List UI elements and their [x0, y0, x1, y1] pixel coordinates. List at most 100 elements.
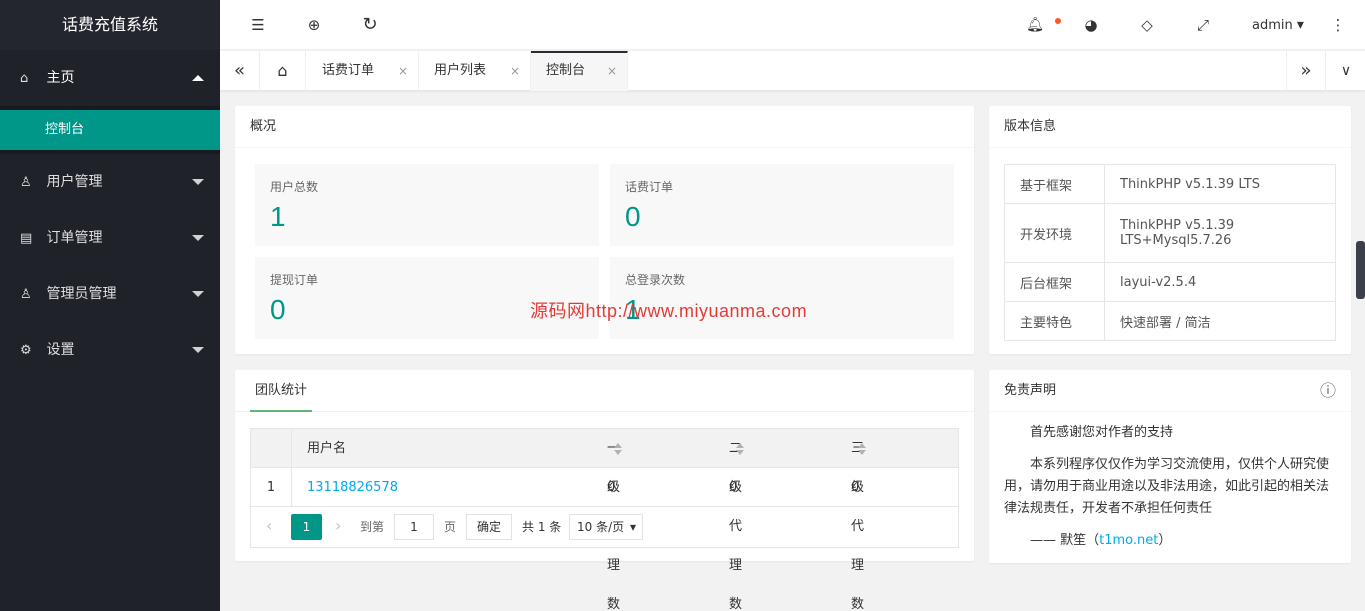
- sidebar-item-admins[interactable]: ♙ 管理员管理: [0, 266, 220, 322]
- team-card-header: 团队统计: [235, 370, 974, 412]
- stat-value: 1: [270, 201, 286, 232]
- version-value: layui-v2.5.4: [1104, 262, 1336, 302]
- bell-icon[interactable]: 🔔︎: [1020, 0, 1050, 50]
- tab-team-stats[interactable]: 团队统计: [250, 370, 313, 412]
- theme-icon[interactable]: ◕: [1076, 0, 1106, 50]
- sidebar-item-settings[interactable]: ⚙ 设置: [0, 322, 220, 378]
- caret-up-icon: [192, 75, 204, 81]
- sidebar-item-users[interactable]: ♙ 用户管理: [0, 154, 220, 210]
- pager-prev-icon[interactable]: ‹: [266, 516, 272, 535]
- column-header-username[interactable]: 用户名: [307, 429, 346, 468]
- username: admin: [1252, 18, 1293, 33]
- globe-icon[interactable]: ⊕: [299, 0, 329, 50]
- version-value: 快速部署 / 简洁: [1104, 301, 1336, 341]
- pager-per-page-select[interactable]: 10 条/页 ▾: [569, 514, 643, 540]
- caret-down-icon: [192, 179, 204, 185]
- author-link[interactable]: t1mo.net: [1099, 533, 1158, 548]
- stat-value: 0: [625, 201, 641, 232]
- tabs-prev-icon[interactable]: «: [220, 51, 260, 91]
- tabs-next-icon[interactable]: »: [1286, 51, 1326, 91]
- signature-prefix: —— 默笙（: [1030, 533, 1100, 548]
- sort-icon[interactable]: [736, 442, 744, 455]
- caret-down-icon: [192, 235, 204, 241]
- pager-confirm-button[interactable]: 确定: [466, 514, 512, 540]
- sidebar-item-label: 订单管理: [46, 230, 103, 246]
- sidebar-item-home[interactable]: ⌂ 主页: [0, 50, 220, 106]
- pager-goto-label: 到第: [360, 520, 385, 534]
- notification-dot: [1055, 18, 1061, 24]
- info-icon[interactable]: ⓘ: [1320, 370, 1336, 412]
- menu-toggle-icon[interactable]: ☰: [243, 0, 273, 50]
- stat-label: 话费订单: [625, 180, 674, 194]
- pager-total: 共 1 条: [522, 520, 562, 534]
- table-row: 后台框架 layui-v2.5.4: [1004, 262, 1336, 302]
- caret-down-icon: [192, 347, 204, 353]
- close-icon[interactable]: ×: [607, 53, 617, 89]
- column-header-level2[interactable]: 二级代理数: [729, 429, 744, 611]
- team-card: 团队统计 用户名 一级代理数 二级代理数 三级代理数 1 13118826578…: [235, 370, 974, 611]
- pager-next-icon[interactable]: ›: [335, 516, 341, 535]
- username-link[interactable]: 13118826578: [307, 468, 398, 507]
- stat-card-users: 用户总数 1: [255, 164, 599, 246]
- column-header-level3[interactable]: 三级代理数: [851, 429, 866, 611]
- caret-down-icon: [192, 291, 204, 297]
- row-index: 1: [251, 468, 292, 506]
- index-header-cell: [251, 429, 292, 467]
- per-page-value: 10 条/页: [577, 520, 625, 534]
- tab-label: 话费订单: [322, 63, 375, 78]
- disclaimer-paragraph: 本系列程序仅仅作为学习交流使用，仅供个人研究使用，请勿用于商业用途以及非法用途，…: [1004, 457, 1330, 516]
- pager-page-label: 页: [444, 520, 457, 534]
- gear-icon: ⚙: [20, 343, 32, 358]
- signature-suffix: ）: [1158, 533, 1172, 548]
- refresh-icon[interactable]: ↻: [355, 0, 385, 50]
- sort-icon[interactable]: [614, 442, 622, 455]
- tag-icon[interactable]: ◇: [1132, 0, 1162, 50]
- pager-current-page[interactable]: 1: [291, 514, 322, 540]
- close-icon[interactable]: ×: [398, 51, 408, 91]
- table-header-row: 用户名 一级代理数 二级代理数 三级代理数: [251, 429, 958, 611]
- disclaimer-body: 首先感谢您对作者的支持 本系列程序仅仅作为学习交流使用，仅供个人研究使用，请勿用…: [989, 412, 1351, 552]
- tab-phone-orders[interactable]: 话费订单 ×: [307, 51, 419, 91]
- overview-title: 概况: [235, 106, 974, 148]
- sidebar-item-console[interactable]: 控制台: [0, 110, 220, 150]
- list-icon: ▤: [20, 231, 33, 246]
- version-key: 基于框架: [1004, 164, 1105, 204]
- pager-goto-input[interactable]: 1: [394, 514, 434, 540]
- disclaimer-title: 免责声明: [1004, 383, 1057, 398]
- column-header-level1[interactable]: 一级代理数: [607, 429, 622, 611]
- sidebar-item-orders[interactable]: ▤ 订单管理: [0, 210, 220, 266]
- top-header: ☰ ⊕ ↻ 🔔︎ ◕ ◇ ⤢ admin ▾ ⋮: [220, 0, 1365, 50]
- fullscreen-icon[interactable]: ⤢: [1188, 0, 1218, 50]
- pagination: ‹ 1 › 到第 1 页 确定 共 1 条 10 条/页 ▾: [251, 507, 958, 547]
- chevron-down-icon: ▾: [629, 520, 636, 534]
- sort-icon[interactable]: [858, 442, 866, 455]
- version-title: 版本信息: [989, 106, 1351, 148]
- scrollbar-thumb[interactable]: [1356, 241, 1365, 299]
- user-icon: ♙: [20, 175, 32, 190]
- team-table: 用户名 一级代理数 二级代理数 三级代理数 1 13118826578 0 0 …: [250, 428, 959, 611]
- stat-label: 提现订单: [270, 273, 319, 287]
- sidebar: 话费充值系统 ⌂ 主页 控制台 ♙ 用户管理 ▤ 订单管理 ♙ 管理员管理 ⚙ …: [0, 0, 220, 611]
- sidebar-item-label: 管理员管理: [46, 286, 117, 302]
- sidebar-item-label: 主页: [46, 70, 75, 86]
- tab-console[interactable]: 控制台 ×: [531, 51, 628, 91]
- version-card: 版本信息 基于框架 ThinkPHP v5.1.39 LTS 开发环境 Thin…: [989, 106, 1351, 354]
- level1-count: 0: [607, 480, 616, 495]
- sidebar-item-label: 设置: [46, 342, 75, 358]
- close-icon[interactable]: ×: [510, 51, 520, 91]
- tab-user-list[interactable]: 用户列表 ×: [419, 51, 531, 91]
- stat-label: 总登录次数: [625, 273, 686, 287]
- more-icon[interactable]: ⋮: [1323, 0, 1353, 50]
- tab-home-icon[interactable]: ⌂: [260, 51, 306, 91]
- table-row[interactable]: 1 13118826578 0 0 0: [251, 468, 958, 507]
- watermark-text: 源码网http://www.miyuanma.com: [530, 301, 808, 321]
- version-key: 后台框架: [1004, 262, 1105, 302]
- version-value: ThinkPHP v5.1.39 LTS: [1104, 164, 1336, 204]
- table-row: 开发环境 ThinkPHP v5.1.39 LTS+Mysql5.7.26: [1004, 203, 1336, 263]
- tabs-dropdown-icon[interactable]: ∨: [1326, 51, 1365, 91]
- stat-label: 用户总数: [270, 180, 319, 194]
- tab-bar: « ⌂ 话费订单 × 用户列表 × 控制台 × » ∨: [220, 51, 1365, 91]
- user-menu[interactable]: admin ▾: [1248, 0, 1308, 50]
- home-icon: ⌂: [20, 71, 29, 86]
- table-row: 主要特色 快速部署 / 简洁: [1004, 301, 1336, 341]
